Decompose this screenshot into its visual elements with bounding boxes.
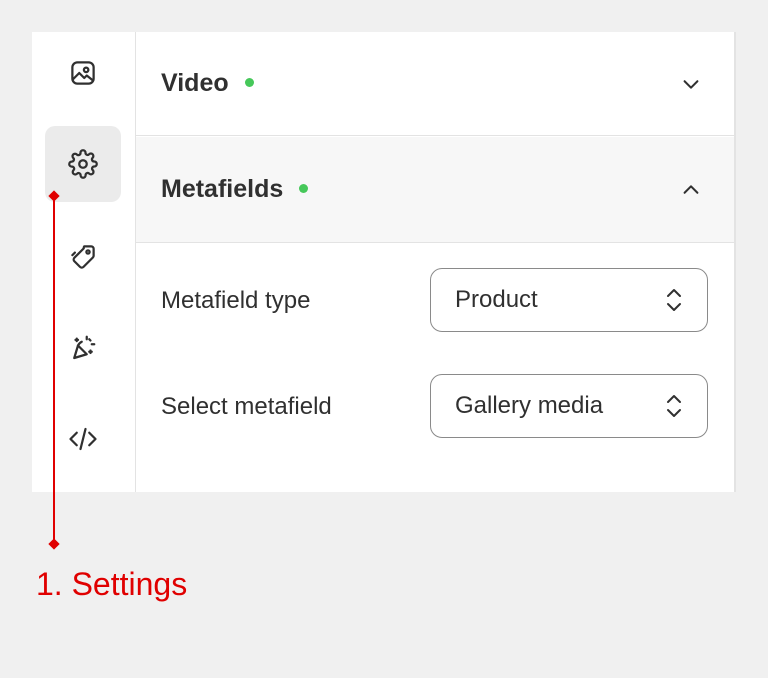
metafield-type-select[interactable]: Product	[430, 268, 708, 332]
section-metafields-header[interactable]: Metafields	[136, 137, 734, 243]
metafield-type-label: Metafield type	[161, 287, 311, 314]
section-video-title: Video	[161, 69, 229, 97]
image-icon	[71, 61, 95, 85]
tag-icon	[71, 245, 95, 269]
select-arrows-icon	[667, 289, 681, 311]
sparkle-magic-icon	[73, 335, 96, 360]
metafield-type-value: Product	[455, 286, 538, 313]
section-metafields-status-dot	[299, 184, 309, 193]
select-metafield-value: Gallery media	[455, 392, 604, 419]
chevron-up-icon	[683, 184, 699, 194]
select-arrows-icon	[667, 395, 681, 417]
annotation-line	[53, 195, 55, 545]
select-metafield-row: Select metafield Gallery media	[136, 374, 734, 440]
section-video-header[interactable]: Video	[136, 32, 734, 136]
sidebar-item-media[interactable]	[45, 35, 121, 111]
select-metafield-select[interactable]: Gallery media	[430, 374, 708, 438]
gear-icon	[68, 149, 98, 179]
annotation-label: 1. Settings	[36, 566, 188, 602]
sidebar-item-code[interactable]	[45, 401, 121, 477]
annotation-end-marker	[48, 538, 60, 550]
chevron-down-icon	[683, 79, 699, 89]
sidebar-item-effects[interactable]	[45, 310, 121, 386]
code-icon	[69, 427, 97, 451]
sidebar-item-settings[interactable]	[45, 126, 121, 202]
section-metafields-title: Metafields	[161, 175, 284, 203]
sidebar-item-tags[interactable]	[45, 219, 121, 295]
settings-content: Video Metafields Metafield type Product	[136, 32, 736, 492]
metafield-type-row: Metafield type Product	[136, 268, 734, 334]
settings-panel: Video Metafields Metafield type Product	[32, 32, 736, 492]
select-metafield-label: Select metafield	[161, 393, 332, 420]
sidebar-rail	[32, 32, 136, 492]
section-video-status-dot	[244, 78, 254, 87]
